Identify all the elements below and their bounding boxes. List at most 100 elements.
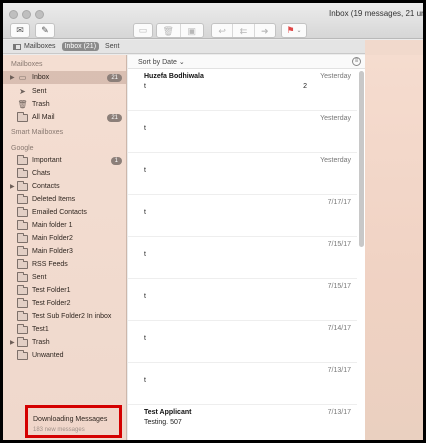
message-list: Sort by Date ⌄ ≡ Huzefa Bodhiwala Yester… [128,55,365,440]
folder-icon [17,167,28,178]
message-date: Yesterday [320,73,351,80]
sort-by-date-button[interactable]: Sort by Date ⌄ [138,58,185,66]
message-date: 7/17/17 [327,199,351,206]
unread-badge: 1 [110,156,122,165]
junk-icon[interactable]: ▣ [181,24,204,37]
sidebar-item-chats[interactable]: Chats [3,167,126,180]
sidebar-item-unwanted[interactable]: Unwanted [3,349,126,362]
sidebar-item-main-folder-1[interactable]: Main folder 1 [3,219,126,232]
folder-icon [17,232,28,243]
sidebar-item-main-folder2[interactable]: Main Folder2 [3,232,126,245]
message-date: 7/13/17 [327,409,351,416]
message-date: 7/13/17 [327,367,351,374]
paper-plane-icon: ➤ [19,87,26,96]
message-subject: t [144,377,146,384]
message-subject: t [144,83,146,90]
sidebar: Mailboxes ▶ ▭ Inbox 21 ➤ Sent 🗑 Trash Al… [3,55,127,440]
favorites-bar: Mailboxes Inbox (21) Sent [3,40,423,54]
folder-icon [17,297,28,308]
zoom-window-button[interactable] [35,10,44,19]
mailboxes-section-header[interactable]: Mailboxes [11,61,43,68]
activity-status[interactable]: Downloading Messages 183 new messages [25,405,122,438]
sidebar-item-test1[interactable]: Test1 [3,323,126,336]
flag-button[interactable]: ⚑ ⌄ [281,23,307,38]
message-date: 7/15/17 [327,283,351,290]
list-item[interactable]: Huzefa Bodhiwala Yesterday t 2 [128,69,357,111]
envelope-icon: ✉ [16,25,24,35]
folder-icon [17,193,28,204]
google-section-header[interactable]: Google [11,145,34,152]
unread-badge: 21 [107,113,122,122]
folder-icon [17,271,28,282]
sidebar-item-google-sent[interactable]: Sent [3,271,126,284]
message-subject: t [144,293,146,300]
message-preview: 2 [303,83,307,90]
favorites-mailboxes-button[interactable]: Mailboxes [13,43,56,50]
sidebar-toggle-icon [13,43,21,50]
inbox-tray-icon: ▭ [18,73,27,82]
close-window-button[interactable] [9,10,18,19]
chevron-down-icon: ⌄ [296,28,302,34]
window-title: Inbox (19 messages, 21 un [329,9,423,18]
list-item[interactable]: 7/15/17 t [128,237,357,279]
sidebar-item-rss-feeds[interactable]: RSS Feeds [3,258,126,271]
message-list-scrollbar[interactable] [359,71,364,247]
sidebar-item-important[interactable]: Important 1 [3,154,126,167]
filter-icon[interactable]: ≡ [352,57,361,66]
message-date: 7/14/17 [327,325,351,332]
unread-badge: 21 [107,73,122,82]
mail-window: Inbox (19 messages, 21 un ✉ ✎ ▭ 🗑 ▣ ↩ ⇇ … [3,3,423,440]
sidebar-item-test-folder2[interactable]: Test Folder2 [3,297,126,310]
favorites-inbox-button[interactable]: Inbox (21) [61,42,100,51]
compose-button[interactable]: ✎ [35,23,55,38]
sidebar-item-trash[interactable]: 🗑 Trash [3,98,126,111]
list-item[interactable]: 7/15/17 t [128,279,357,321]
list-item[interactable]: Yesterday t [128,111,357,153]
sidebar-item-test-sub-folder2[interactable]: Test Sub Folder2 In inbox [3,310,126,323]
sidebar-item-all-mail[interactable]: All Mail 21 [3,111,126,124]
preview-header-area [365,40,423,55]
folder-icon [17,349,28,360]
smart-mailboxes-section-header[interactable]: Smart Mailboxes [11,129,63,136]
disclosure-triangle-icon[interactable]: ▶ [10,183,15,190]
list-item[interactable]: Test Applicant 7/13/17 Testing. 507 [128,405,357,440]
sidebar-item-main-folder3[interactable]: Main Folder3 [3,245,126,258]
list-item[interactable]: Yesterday t [128,153,357,195]
archive-button[interactable]: ▭ [133,23,153,38]
compose-icon: ✎ [41,25,49,35]
folder-icon [17,154,28,165]
sidebar-item-contacts[interactable]: ▶ Contacts [3,180,126,193]
sidebar-item-inbox[interactable]: ▶ ▭ Inbox 21 [3,71,126,84]
sidebar-item-google-trash[interactable]: ▶ Trash [3,336,126,349]
reply-group: ↩ ⇇ ➜ [211,23,276,38]
message-date: Yesterday [320,157,351,164]
activity-status-subtitle: 183 new messages [33,427,85,433]
disclosure-triangle-icon[interactable]: ▶ [10,74,15,81]
archive-icon: ▭ [138,25,148,35]
folder-icon [17,206,28,217]
message-sender: Huzefa Bodhiwala [144,73,204,80]
folder-icon [17,180,28,191]
list-item[interactable]: 7/13/17 t [128,363,357,405]
get-mail-button[interactable]: ✉ [10,23,30,38]
message-subject: t [144,167,146,174]
list-item[interactable]: 7/17/17 t [128,195,357,237]
minimize-window-button[interactable] [22,10,31,19]
message-date: Yesterday [320,115,351,122]
folder-icon [17,336,28,347]
sidebar-item-deleted-items[interactable]: Deleted Items [3,193,126,206]
sidebar-item-emailed-contacts[interactable]: Emailed Contacts [3,206,126,219]
message-subject: t [144,125,146,132]
favorites-sent-button[interactable]: Sent [105,43,119,50]
folder-icon [17,245,28,256]
sidebar-item-test-folder1[interactable]: Test Folder1 [3,284,126,297]
forward-icon[interactable]: ➜ [255,24,275,37]
reply-all-icon[interactable]: ⇇ [233,24,255,37]
disclosure-triangle-icon[interactable]: ▶ [10,339,15,346]
list-item[interactable]: 7/14/17 t [128,321,357,363]
reply-icon[interactable]: ↩ [212,24,234,37]
trash-icon[interactable]: 🗑 [157,24,181,37]
delete-junk-group: 🗑 ▣ [156,23,204,38]
sidebar-item-sent[interactable]: ➤ Sent [3,85,126,98]
message-subject: t [144,335,146,342]
